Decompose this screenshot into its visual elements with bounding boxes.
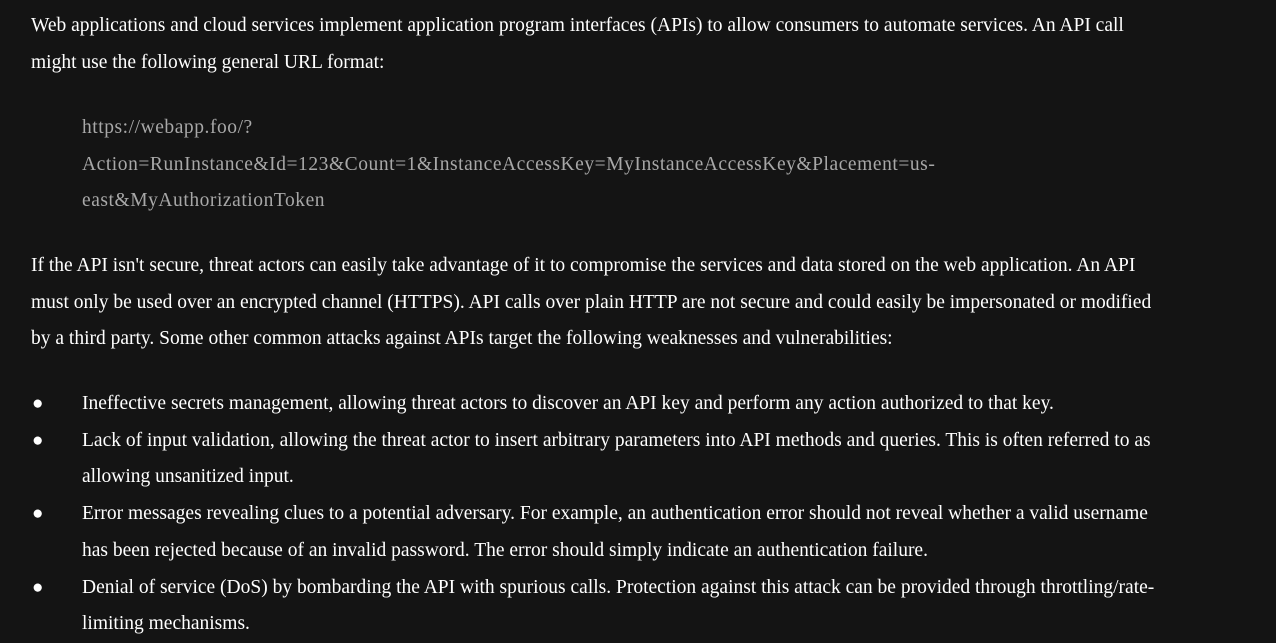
list-item-line: allowing unsanitized input. [82,466,294,488]
list-item-line: Ineffective secrets management, allowing… [82,393,1054,414]
list-item: ● Denial of service (DoS) by bombarding … [0,570,1276,643]
list-item-line: Lack of input validation, allowing the t… [82,429,1151,451]
security-line: must only be used over an encrypted chan… [31,291,1152,313]
bullet-icon: ● [32,576,44,598]
code-example: https://webapp.foo/? Action=RunInstance&… [82,110,1232,220]
list-item-line: limiting mechanisms. [82,613,250,635]
list-item-text: Denial of service (DoS) by bombarding th… [82,570,1276,643]
list-item: ● Lack of input validation, allowing the… [0,423,1276,496]
vulnerability-list: ● Ineffective secrets management, allowi… [0,386,1276,643]
document-body: Web applications and cloud services impl… [0,0,1276,640]
list-item-line: Denial of service (DoS) by bombarding th… [82,576,1155,598]
security-line: If the API isn't secure, threat actors c… [31,255,1136,276]
list-item-text: Error messages revealing clues to a pote… [82,496,1276,569]
code-line: east&MyAuthorizationToken [82,190,326,211]
security-paragraph: If the API isn't secure, threat actors c… [31,248,1231,358]
list-item: ● Error messages revealing clues to a po… [0,496,1276,569]
list-item-line: Error messages revealing clues to a pote… [82,503,1148,525]
intro-paragraph: Web applications and cloud services impl… [31,8,1231,81]
bullet-icon: ● [32,503,44,525]
list-item: ● Ineffective secrets management, allowi… [0,386,1276,423]
intro-line: might use the following general URL form… [31,51,385,73]
bullet-icon: ● [32,429,44,451]
security-line: by a third party. Some other common atta… [31,328,893,350]
intro-line: Web applications and cloud services impl… [31,15,1124,36]
list-item-text: Lack of input validation, allowing the t… [82,423,1276,496]
list-item-line: has been rejected because of an invalid … [82,539,928,561]
code-line: Action=RunInstance&Id=123&Count=1&Instan… [82,153,936,175]
list-item-text: Ineffective secrets management, allowing… [82,386,1276,423]
code-line: https://webapp.foo/? [82,117,253,138]
bullet-icon: ● [32,393,44,414]
